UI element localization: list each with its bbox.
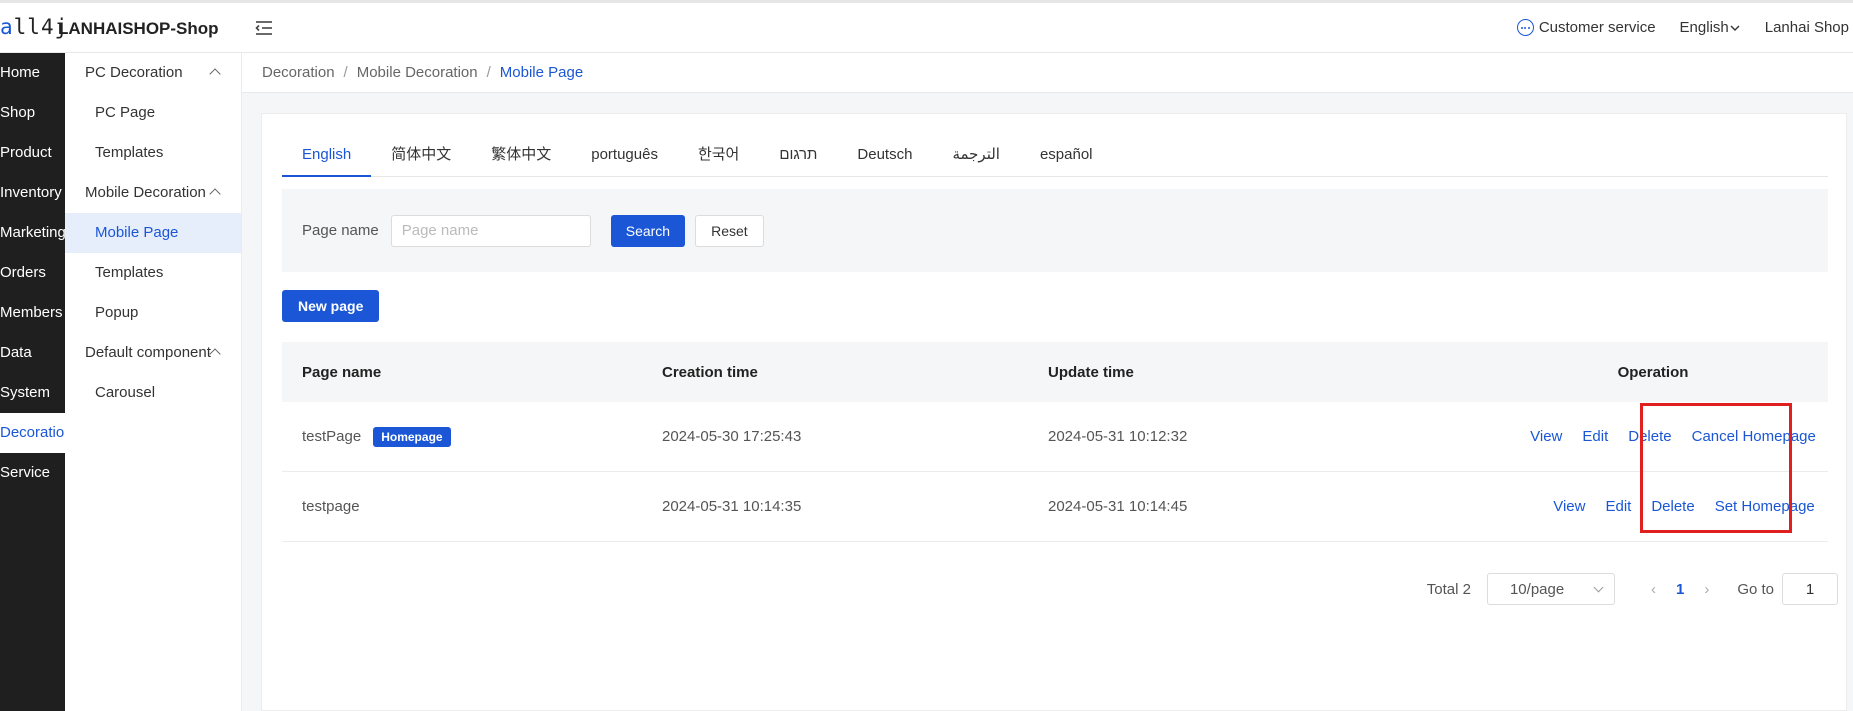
column-header-page-name: Page name bbox=[302, 363, 382, 381]
sub-group-label: PC Decoration bbox=[85, 64, 183, 81]
customer-service-button[interactable]: Customer service bbox=[1516, 19, 1656, 36]
language-tabs: English 简体中文 繁体中文 português 한국어 תרגום De… bbox=[282, 142, 1828, 177]
edit-link[interactable]: Edit bbox=[1605, 498, 1631, 515]
page-size-value: 10/page bbox=[1509, 580, 1565, 598]
shop-name[interactable]: Lanhai Shop bbox=[1765, 19, 1849, 36]
next-page-button[interactable]: › bbox=[1704, 581, 1709, 598]
language-label: English bbox=[1679, 19, 1729, 36]
tab-simplified-chinese[interactable]: 简体中文 bbox=[371, 142, 471, 177]
goto-label: Go to bbox=[1737, 580, 1774, 598]
chevron-down-icon bbox=[1593, 582, 1604, 592]
prev-page-button[interactable]: ‹ bbox=[1651, 581, 1656, 598]
nav-item-service[interactable]: Service bbox=[0, 453, 65, 493]
set-homepage-link[interactable]: Set Homepage bbox=[1715, 498, 1815, 515]
total-count: Total 2 bbox=[1426, 580, 1471, 598]
cell-operation: View Edit Delete Cancel Homepage bbox=[1478, 428, 1828, 445]
column-header-creation-time: Creation time bbox=[662, 363, 758, 381]
table-row: testpage 2024-05-31 10:14:35 2024-05-31 … bbox=[282, 472, 1828, 542]
menu-collapse-icon[interactable] bbox=[254, 18, 274, 38]
cell-page-name: testPage Homepage bbox=[282, 426, 662, 447]
tab-spanish[interactable]: español bbox=[1020, 142, 1113, 177]
top-right-actions: Customer service English Lanhai Shop bbox=[1516, 19, 1853, 36]
cell-creation-time: 2024-05-30 17:25:43 bbox=[662, 428, 802, 445]
page-name-label: Page name bbox=[302, 222, 379, 239]
new-page-button[interactable]: New page bbox=[282, 290, 380, 322]
top-bar: all4j LANHAISHOP-Shop Customer service E… bbox=[0, 0, 1853, 53]
tab-korean[interactable]: 한국어 bbox=[678, 142, 759, 177]
sub-sidebar: PC Decoration PC Page Templates Mobile D… bbox=[65, 53, 242, 711]
nav-item-product[interactable]: Product bbox=[0, 133, 65, 173]
sub-item-carousel[interactable]: Carousel bbox=[65, 373, 241, 413]
nav-item-home[interactable]: Home bbox=[0, 53, 65, 93]
search-button[interactable]: Search bbox=[610, 214, 686, 247]
goto-page-input[interactable] bbox=[1782, 573, 1838, 605]
table-header: Page name Creation time Update time Oper… bbox=[282, 342, 1828, 402]
pagination: Total 2 10/page ‹ 1 › Go to bbox=[1427, 573, 1838, 605]
pages-table: Page name Creation time Update time Oper… bbox=[282, 342, 1828, 542]
sub-group-pc-decoration[interactable]: PC Decoration bbox=[65, 53, 241, 93]
sub-item-mobile-page[interactable]: Mobile Page bbox=[65, 213, 241, 253]
nav-item-inventory[interactable]: Inventory bbox=[0, 173, 65, 213]
nav-item-data[interactable]: Data bbox=[0, 333, 65, 373]
sub-item-pc-page[interactable]: PC Page bbox=[65, 93, 241, 133]
chevron-up-icon bbox=[209, 348, 221, 360]
sub-group-label: Mobile Decoration bbox=[85, 184, 206, 201]
sub-item-pc-templates[interactable]: Templates bbox=[65, 133, 241, 173]
main-sidebar: Home Shop Product Inventory Marketing Or… bbox=[0, 53, 65, 711]
homepage-badge: Homepage bbox=[373, 426, 451, 447]
cell-creation-time: 2024-05-31 10:14:35 bbox=[662, 498, 802, 515]
sub-group-mobile-decoration[interactable]: Mobile Decoration bbox=[65, 173, 241, 213]
tab-arabic[interactable]: الترجمة bbox=[932, 142, 1020, 177]
sub-item-mobile-templates[interactable]: Templates bbox=[65, 253, 241, 293]
chat-icon bbox=[1516, 19, 1534, 36]
nav-item-marketing[interactable]: Marketing bbox=[0, 213, 65, 253]
breadcrumb-separator: / bbox=[343, 64, 348, 81]
sub-group-label: Default component bbox=[85, 344, 211, 361]
edit-link[interactable]: Edit bbox=[1582, 428, 1608, 445]
tab-english[interactable]: English bbox=[282, 142, 372, 177]
nav-item-decoration[interactable]: Decoration bbox=[0, 413, 65, 453]
view-link[interactable]: View bbox=[1553, 498, 1585, 515]
page-name-text: testPage bbox=[302, 428, 362, 445]
page-name-text: testpage bbox=[302, 498, 360, 515]
chevron-up-icon bbox=[209, 188, 221, 200]
breadcrumb-current: Mobile Page bbox=[499, 64, 584, 81]
sub-item-popup[interactable]: Popup bbox=[65, 293, 241, 333]
language-dropdown[interactable]: English bbox=[1680, 19, 1741, 36]
page-number-current[interactable]: 1 bbox=[1676, 581, 1684, 598]
table-row: testPage Homepage 2024-05-30 17:25:43 20… bbox=[282, 402, 1828, 472]
breadcrumb-decoration[interactable]: Decoration bbox=[262, 64, 335, 81]
tab-portuguese[interactable]: português bbox=[571, 142, 678, 177]
page-name-input[interactable] bbox=[390, 214, 591, 247]
breadcrumb-mobile-decoration[interactable]: Mobile Decoration bbox=[357, 64, 478, 81]
delete-link[interactable]: Delete bbox=[1628, 428, 1671, 445]
nav-item-members[interactable]: Members bbox=[0, 293, 65, 333]
page-size-select[interactable]: 10/page bbox=[1486, 573, 1615, 605]
breadcrumb-separator: / bbox=[486, 64, 491, 81]
cell-update-time: 2024-05-31 10:12:32 bbox=[1048, 428, 1188, 445]
reset-button[interactable]: Reset bbox=[695, 214, 764, 247]
nav-item-system[interactable]: System bbox=[0, 373, 65, 413]
nav-item-orders[interactable]: Orders bbox=[0, 253, 65, 293]
filter-bar: Page name Search Reset bbox=[282, 189, 1828, 272]
chevron-up-icon bbox=[209, 68, 221, 80]
column-header-operation: Operation bbox=[1617, 363, 1689, 381]
breadcrumb: Decoration / Mobile Decoration / Mobile … bbox=[242, 53, 1853, 93]
cancel-homepage-link[interactable]: Cancel Homepage bbox=[1692, 428, 1816, 445]
tab-german[interactable]: Deutsch bbox=[837, 142, 932, 177]
customer-service-label: Customer service bbox=[1538, 19, 1656, 36]
sub-group-default-component[interactable]: Default component bbox=[65, 333, 241, 373]
column-header-update-time: Update time bbox=[1048, 363, 1134, 381]
chevron-down-icon bbox=[1730, 25, 1740, 31]
tab-traditional-chinese[interactable]: 繁体中文 bbox=[471, 142, 571, 177]
cell-operation: View Edit Delete Set Homepage bbox=[1478, 498, 1828, 515]
main-card: English 简体中文 繁体中文 português 한국어 תרגום De… bbox=[261, 113, 1847, 711]
delete-link[interactable]: Delete bbox=[1651, 498, 1694, 515]
cell-update-time: 2024-05-31 10:14:45 bbox=[1048, 498, 1188, 515]
cell-page-name: testpage bbox=[282, 498, 662, 515]
view-link[interactable]: View bbox=[1530, 428, 1562, 445]
nav-item-shop[interactable]: Shop bbox=[0, 93, 65, 133]
tab-hebrew[interactable]: תרגום bbox=[759, 142, 837, 177]
app-name: LANHAISHOP-Shop bbox=[58, 19, 219, 38]
